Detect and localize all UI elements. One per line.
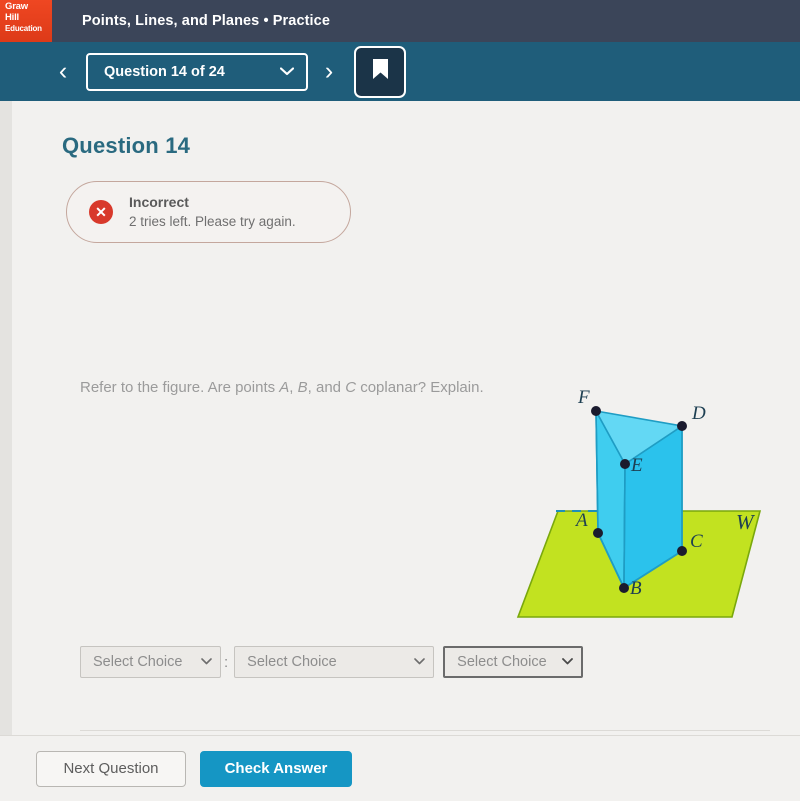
chevron-down-icon — [201, 657, 212, 668]
prompt-part-4: coplanar? Explain. — [356, 379, 484, 396]
select-choice-1[interactable]: Select Choice — [80, 646, 221, 678]
question-selector-dropdown[interactable]: Question 14 of 24 — [86, 52, 308, 91]
logo-line-1: Graw — [5, 1, 28, 12]
figure-vertex-b — [619, 583, 629, 593]
figure-vertex-c — [677, 546, 687, 556]
figure-label-c: C — [690, 531, 703, 552]
choice-separator: : — [224, 653, 229, 671]
chevron-down-icon — [562, 657, 574, 668]
figure-vertex-a — [593, 528, 603, 538]
mcgraw-hill-logo: Graw Hill Education — [0, 0, 52, 42]
chevron-down-icon — [414, 657, 425, 668]
next-question-icon[interactable]: › — [312, 59, 346, 84]
select-choice-2[interactable]: Select Choice — [234, 646, 435, 678]
alert-title: Incorrect — [129, 194, 189, 210]
top-title-bar: Graw Hill Education Points, Lines, and P… — [0, 0, 800, 42]
previous-question-icon[interactable]: ‹ — [46, 59, 80, 84]
figure-label-f: F — [577, 389, 590, 408]
figure-vertex-d — [677, 421, 687, 431]
alert-subtitle: 2 tries left. Please try again. — [129, 214, 296, 229]
geometry-figure: W F D E A C B — [500, 387, 790, 634]
prompt-point-a: A — [279, 379, 290, 396]
question-prompt: Refer to the figure. Are points A, B, an… — [80, 379, 484, 396]
check-answer-button[interactable]: Check Answer — [200, 750, 352, 787]
logo-line-2: Hill — [5, 12, 19, 23]
prompt-part-2: , — [289, 379, 298, 396]
prompt-point-c: C — [345, 379, 357, 396]
practice-page: Graw Hill Education Points, Lines, and P… — [0, 0, 800, 801]
select-choice-2-value: Select Choice — [247, 654, 337, 670]
page-content: Question 14 ✕ Incorrect 2 tries left. Pl… — [0, 101, 800, 801]
select-choice-3-value: Select Choice — [457, 654, 547, 670]
left-rail — [0, 101, 12, 800]
figure-label-e: E — [630, 455, 643, 476]
question-nav-bar: ‹ Question 14 of 24 › — [0, 42, 800, 101]
page-title: Question 14 — [62, 133, 191, 158]
question-panel: Question 14 ✕ Incorrect 2 tries left. Pl… — [12, 101, 800, 800]
answer-choices-row: Select Choice : Select Choice Select Cho… — [80, 646, 584, 678]
prompt-point-b: B — [297, 379, 308, 396]
prompt-part-3: , and — [307, 379, 346, 396]
chevron-down-icon — [279, 65, 295, 78]
error-x-icon: ✕ — [89, 200, 113, 224]
bookmark-button[interactable] — [354, 45, 406, 98]
figure-label-a: A — [574, 510, 588, 531]
bookmark-icon — [372, 58, 389, 85]
svg-text:W: W — [736, 510, 756, 534]
figure-label-d: D — [691, 403, 706, 424]
next-question-button[interactable]: Next Question — [36, 750, 186, 787]
question-selector-label: Question 14 of 24 — [104, 63, 225, 80]
status-badge: ✕ Incorrect 2 tries left. Please try aga… — [66, 181, 351, 243]
figure-label-b: B — [630, 578, 642, 599]
alert-text: Incorrect 2 tries left. Please try again… — [129, 193, 296, 231]
select-choice-1-value: Select Choice — [93, 654, 183, 670]
logo-line-3: Education — [5, 24, 42, 33]
select-choice-3[interactable]: Select Choice — [443, 646, 584, 678]
figure-vertex-f — [591, 406, 601, 416]
lesson-title: Points, Lines, and Planes • Practice — [82, 13, 331, 29]
prompt-part-1: Refer to the figure. Are points — [80, 379, 280, 396]
footer-bar: Next Question Check Answer — [0, 735, 800, 801]
figure-vertex-e — [620, 459, 630, 469]
